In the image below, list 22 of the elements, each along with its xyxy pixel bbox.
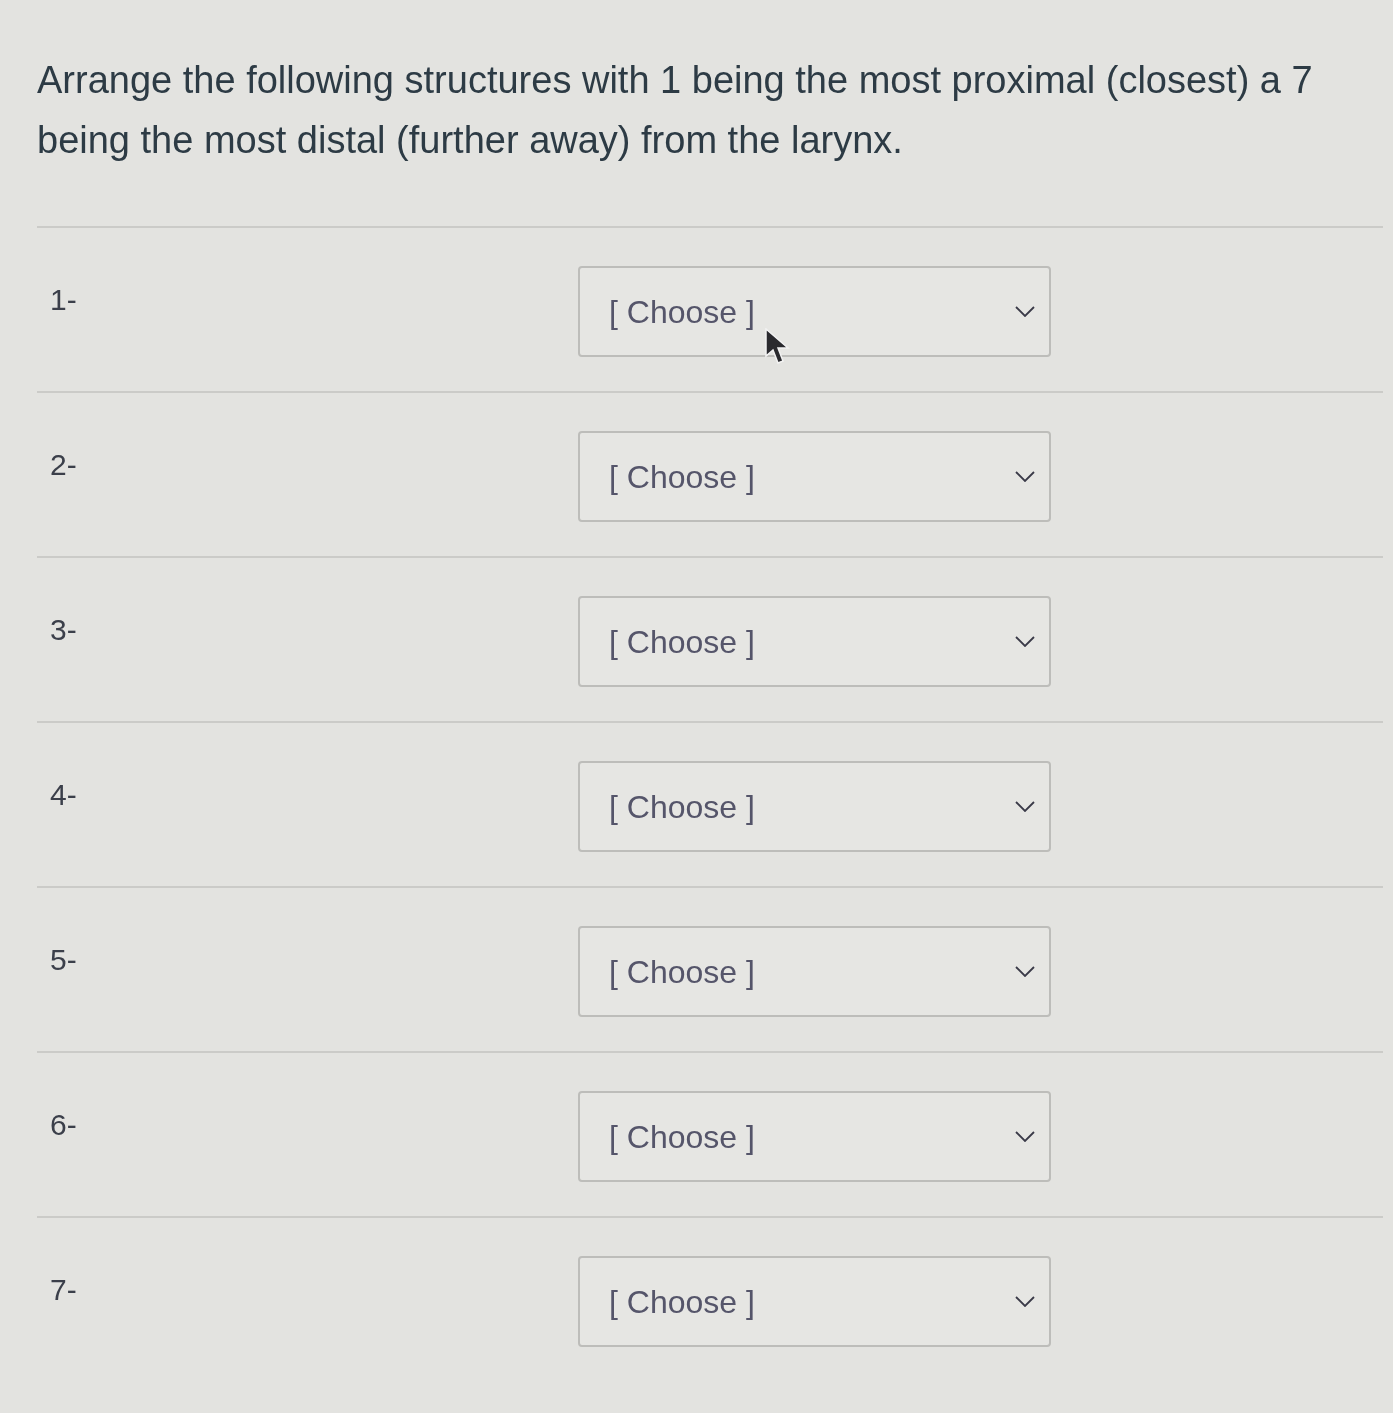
choose-dropdown[interactable]: [ Choose ] (578, 926, 1051, 1017)
item-number: 4- (50, 777, 77, 813)
item-number: 6- (50, 1107, 77, 1143)
choose-dropdown[interactable]: [ Choose ] (578, 431, 1051, 522)
chevron-down-icon (1015, 966, 1035, 977)
choose-dropdown[interactable]: [ Choose ] (578, 761, 1051, 852)
chevron-down-icon (1015, 1131, 1035, 1142)
item-number: 2- (50, 447, 77, 483)
item-number: 3- (50, 612, 77, 648)
item-number: 1- (50, 282, 77, 318)
chevron-down-icon (1015, 1296, 1035, 1307)
chevron-down-icon (1015, 801, 1035, 812)
chevron-down-icon (1015, 636, 1035, 647)
question-text: Arrange the following structures with 1 being the most proximal (closest) a 7 being the most distal (further away) from the larynx. (37, 58, 1314, 163)
choose-dropdown[interactable]: [ Choose ] (578, 1256, 1051, 1347)
item-number: 7- (50, 1272, 77, 1308)
chevron-down-icon (1015, 471, 1035, 482)
chevron-down-icon (1015, 306, 1035, 317)
choose-dropdown[interactable]: [ Choose ] (578, 266, 1051, 357)
choose-dropdown[interactable]: [ Choose ] (578, 1091, 1051, 1182)
choose-dropdown[interactable]: [ Choose ] (578, 596, 1051, 687)
item-number: 5- (50, 942, 77, 978)
